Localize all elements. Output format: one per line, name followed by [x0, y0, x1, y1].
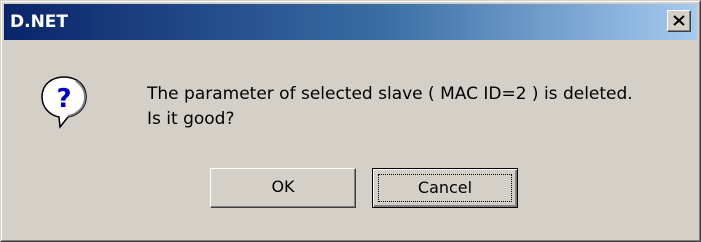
- dialog-frame: D.NET ? The parameter of selected slave …: [1, 1, 700, 241]
- cancel-button[interactable]: Cancel: [372, 168, 518, 208]
- message-line-2: Is it good?: [147, 109, 235, 129]
- message-line-1: The parameter of selected slave ( MAC ID…: [147, 84, 633, 104]
- question-icon: ?: [41, 76, 87, 129]
- window-title: D.NET: [10, 12, 69, 32]
- close-icon: [673, 15, 685, 26]
- message-dialog: D.NET ? The parameter of selected slave …: [0, 0, 701, 242]
- dialog-message: The parameter of selected slave ( MAC ID…: [147, 82, 633, 132]
- ok-button[interactable]: OK: [210, 168, 356, 208]
- cancel-button-label: Cancel: [378, 174, 512, 202]
- svg-text:?: ?: [56, 84, 71, 114]
- title-bar[interactable]: D.NET: [4, 4, 697, 40]
- close-button[interactable]: [667, 10, 691, 32]
